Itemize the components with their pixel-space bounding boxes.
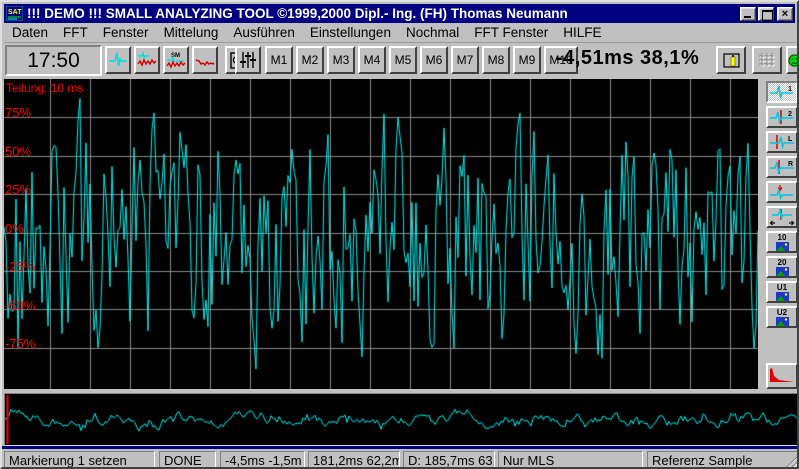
- shift-marker-button[interactable]: [766, 206, 798, 228]
- average-curve-icon: [195, 51, 215, 69]
- main-plot-canvas[interactable]: [4, 79, 758, 389]
- overview-canvas[interactable]: [5, 394, 798, 445]
- marker-button-m9[interactable]: M9: [513, 46, 541, 74]
- svg-text:SAT: SAT: [8, 9, 22, 16]
- show-left-channel-button[interactable]: L: [766, 131, 798, 153]
- marker-button-m3[interactable]: M3: [327, 46, 355, 74]
- equalizer-icon: [239, 51, 257, 69]
- status-signal: Nur MLS: [498, 451, 643, 469]
- grid-toggle-button[interactable]: [752, 46, 782, 74]
- user-view-1-label: U1: [777, 284, 787, 292]
- svg-text:R: R: [788, 161, 793, 168]
- y-axis-label-75: 75%: [5, 106, 31, 119]
- menu-ausfuehren[interactable]: Ausführen: [233, 25, 295, 40]
- move-left-right-icon: [769, 208, 795, 226]
- user-view-1-button[interactable]: U1: [766, 281, 798, 303]
- app-icon: SAT: [6, 6, 23, 21]
- average-only-button[interactable]: [192, 46, 218, 74]
- maximize-button[interactable]: [758, 7, 774, 21]
- status-reference: Referenz Sample: [647, 451, 799, 469]
- impulse-average-button[interactable]: [134, 46, 160, 74]
- menu-nochmal[interactable]: Nochmal: [406, 25, 459, 40]
- menu-fenster[interactable]: Fenster: [103, 25, 149, 40]
- plot-sidebar: 1 2 L R: [758, 79, 799, 389]
- user-view-2-label: U2: [777, 309, 787, 317]
- window-door-icon: [723, 53, 740, 68]
- show-marker1-button[interactable]: 1: [766, 81, 798, 103]
- marker-button-m5[interactable]: M5: [389, 46, 417, 74]
- menu-fft-fenster[interactable]: FFT Fenster: [474, 25, 548, 40]
- show-marker2-button[interactable]: 2: [766, 106, 798, 128]
- marker-button-m2[interactable]: M2: [296, 46, 324, 74]
- grid-icon: [758, 53, 776, 68]
- division-label: Teilung: 10 ms: [6, 81, 83, 95]
- sm-average-icon: SM: [166, 51, 186, 70]
- status-bar: Markierung 1 setzen DONE -4,5ms -1,5m 18…: [2, 449, 799, 469]
- y-axis-label-25: 25%: [5, 183, 31, 196]
- decay-curve-button[interactable]: [766, 363, 798, 389]
- marker-button-m1[interactable]: M1: [265, 46, 293, 74]
- minimize-button[interactable]: [740, 7, 756, 21]
- status-done: DONE: [159, 451, 216, 469]
- impulse-icon: [108, 51, 128, 69]
- close-button[interactable]: ×: [777, 7, 793, 21]
- status-cursor2: 181,2ms 62,2m: [308, 451, 400, 469]
- impulse-view-button[interactable]: [105, 46, 131, 74]
- user-view-2-button[interactable]: U2: [766, 306, 798, 328]
- zoom-10-label: 10: [778, 234, 787, 242]
- marker-button-m6[interactable]: M6: [420, 46, 448, 74]
- arrow-down-impulse-icon: [769, 184, 795, 200]
- impulse1-icon: 1: [769, 84, 795, 100]
- svg-text:L: L: [788, 136, 793, 143]
- clock-display: 17:50: [5, 45, 102, 76]
- overview-strip[interactable]: [4, 393, 799, 446]
- cursor-readout: -4,51ms 38,1%: [556, 47, 688, 74]
- resize-grip[interactable]: [784, 455, 797, 468]
- decay-curve-icon: [769, 367, 795, 385]
- impulse-left-icon: L: [769, 134, 795, 150]
- menu-hilfe[interactable]: HILFE: [563, 25, 601, 40]
- impulse-right-icon: R: [769, 159, 795, 175]
- drop-marker-button[interactable]: [766, 181, 798, 203]
- smiley-icon: [788, 54, 799, 67]
- picture-icon: [776, 292, 789, 301]
- picture-icon: [776, 242, 789, 251]
- picture-icon: [776, 317, 789, 326]
- zoom-10-button[interactable]: 10: [766, 231, 798, 253]
- menu-einstellungen[interactable]: Einstellungen: [310, 25, 391, 40]
- zoom-20-button[interactable]: 20: [766, 256, 798, 278]
- status-ok-button[interactable]: [786, 46, 799, 74]
- y-axis-label-n50: -50%: [5, 299, 35, 312]
- status-mode: Markierung 1 setzen: [4, 451, 155, 469]
- app-window: SAT !!! DEMO !!! SMALL ANALYZING TOOL ©1…: [0, 0, 799, 469]
- y-axis-label-n25: -25%: [5, 260, 35, 273]
- impulse2-icon: 2: [769, 109, 795, 125]
- toolbar: 17:50 SM: [4, 44, 799, 79]
- y-axis-label-50: 50%: [5, 145, 31, 158]
- equalizer-button[interactable]: [235, 46, 261, 74]
- impulse-average-icon: [137, 51, 157, 69]
- svg-text:1: 1: [788, 86, 792, 93]
- window-select-button[interactable]: [716, 46, 746, 74]
- menu-bar: Daten FFT Fenster Mittelung Ausführen Ei…: [4, 23, 795, 43]
- y-axis-label-n75: -75%: [5, 337, 35, 350]
- status-cursor1: -4,5ms -1,5m: [220, 451, 305, 469]
- picture-icon: [776, 267, 789, 276]
- sm-average-button[interactable]: SM: [163, 46, 189, 74]
- marker-button-m4[interactable]: M4: [358, 46, 386, 74]
- marker-button-m7[interactable]: M7: [451, 46, 479, 74]
- y-axis-label-0: 0%: [5, 222, 24, 235]
- svg-text:2: 2: [788, 111, 792, 118]
- title-bar[interactable]: SAT !!! DEMO !!! SMALL ANALYZING TOOL ©1…: [4, 4, 795, 23]
- menu-fft[interactable]: FFT: [63, 25, 88, 40]
- status-delta: D: 185,7ms 63,8m: [403, 451, 495, 469]
- zoom-20-label: 20: [778, 259, 787, 267]
- menu-daten[interactable]: Daten: [12, 25, 48, 40]
- show-right-channel-button[interactable]: R: [766, 156, 798, 178]
- marker-button-m8[interactable]: M8: [482, 46, 510, 74]
- window-title: !!! DEMO !!! SMALL ANALYZING TOOL ©1999,…: [27, 6, 738, 21]
- main-plot-area[interactable]: Teilung: 10 ms 75% 50% 25% 0% -25% -50% …: [4, 79, 758, 389]
- menu-mittelung[interactable]: Mittelung: [164, 25, 219, 40]
